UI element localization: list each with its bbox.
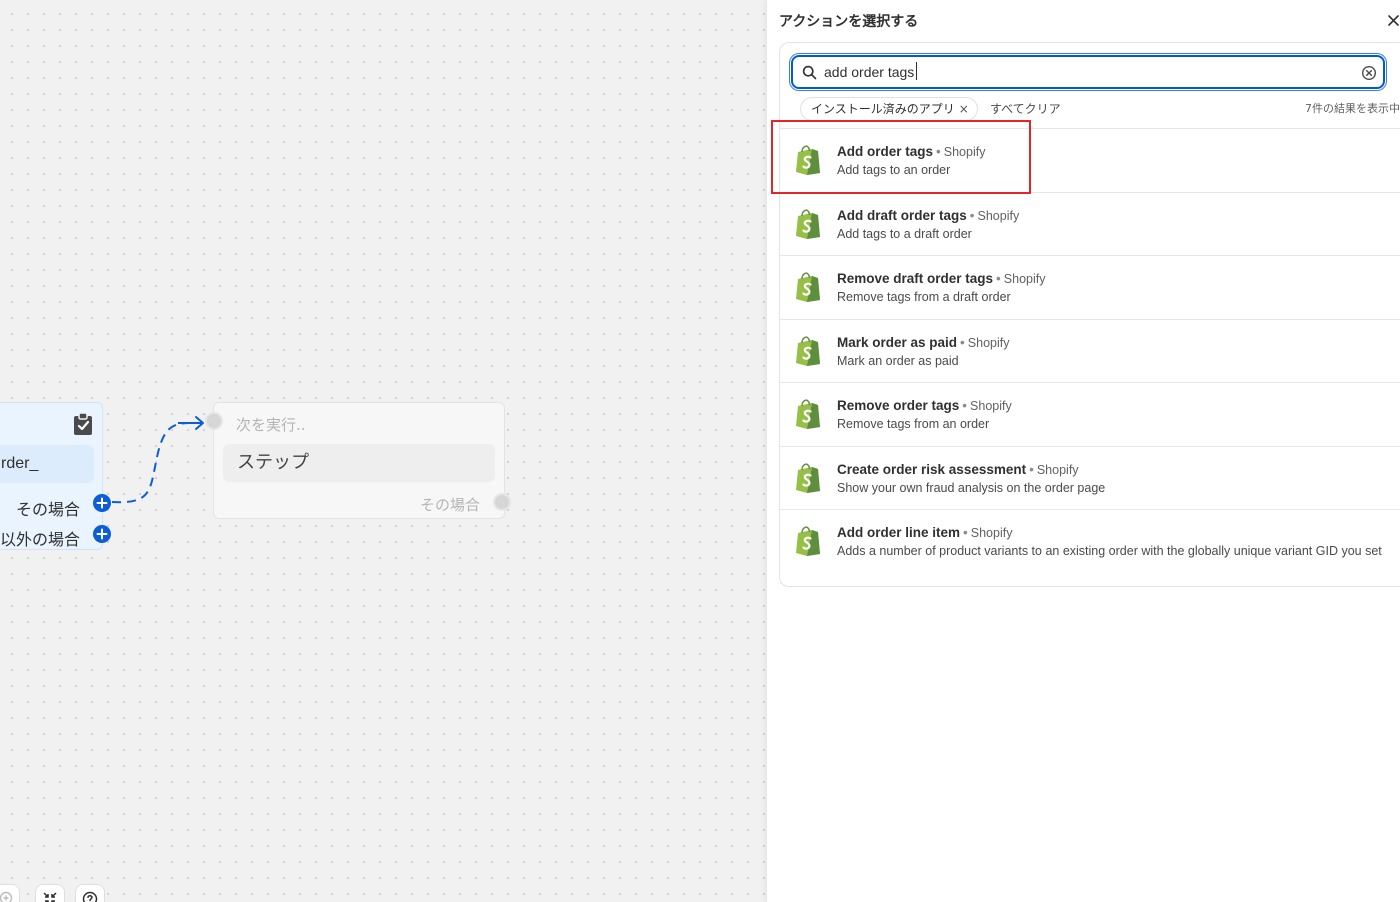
result-name: Add draft order tags xyxy=(837,207,967,223)
zoom-button[interactable] xyxy=(0,884,20,902)
chip-remove-icon[interactable]: × xyxy=(959,98,969,120)
result-description: Mark an order as paid xyxy=(837,353,959,368)
fit-view-icon xyxy=(43,892,57,902)
result-vendor: Shopify xyxy=(1036,462,1079,477)
result-count: 7件の結果を表示中 xyxy=(1305,102,1400,115)
step-input-port[interactable] xyxy=(205,412,223,430)
search-icon xyxy=(802,65,817,80)
shopify-logo-icon xyxy=(796,526,820,556)
result-description: Adds a number of product variants to an … xyxy=(837,544,1382,558)
shopify-logo-icon xyxy=(796,209,820,239)
condition-node[interactable]: rder_ その場合 以外の場合 xyxy=(0,402,103,550)
workflow-canvas[interactable]: rder_ その場合 以外の場合 次を実行.. ステップ その場合 xyxy=(0,0,766,902)
search-box[interactable] xyxy=(791,55,1385,89)
result-description: Add tags to a draft order xyxy=(837,226,972,241)
result-item-2[interactable]: Add draft order tags • Shopify Add tags to… xyxy=(780,191,1400,256)
next-step-label: 次を実行.. xyxy=(236,416,306,434)
add-false-branch-button[interactable] xyxy=(93,525,111,543)
result-name: Add order line item xyxy=(837,525,961,540)
result-name: Remove order tags xyxy=(837,398,960,413)
result-vendor: Shopify xyxy=(970,399,1012,413)
shopify-logo-icon xyxy=(796,463,820,493)
result-item-6[interactable]: Create order risk assessment • Shopify Sho… xyxy=(780,445,1400,510)
installed-apps-filter-chip[interactable]: インストール済みのアプリ × xyxy=(800,97,978,121)
add-true-branch-button[interactable] xyxy=(93,494,111,512)
result-name: Mark order as paid xyxy=(837,334,958,350)
step-branch-label: その場合 xyxy=(419,496,480,514)
result-vendor: Shopify xyxy=(967,335,1010,350)
action-search-card: インストール済みのアプリ × すべてクリア 7件の結果を表示中 Add orde… xyxy=(779,42,1400,587)
result-item-1[interactable]: Add order tags • Shopify Add tags to an or… xyxy=(780,128,1400,192)
result-separator: • xyxy=(962,398,968,413)
result-separator: • xyxy=(936,144,941,159)
chip-label: インストール済みのアプリ xyxy=(811,102,955,116)
result-description: Remove tags from a draft order xyxy=(837,290,1011,304)
result-vendor: Shopify xyxy=(970,526,1013,540)
search-input[interactable] xyxy=(824,60,1344,84)
result-description: Show your own fraud analysis on the orde… xyxy=(837,480,1106,495)
branch-true-label: その場合 xyxy=(15,500,80,519)
result-separator: • xyxy=(969,207,975,223)
plus-icon xyxy=(96,528,108,540)
result-item-4[interactable]: Mark order as paid • Shopify Mark an order… xyxy=(780,318,1400,383)
result-separator: • xyxy=(996,271,1001,286)
step-output-port[interactable] xyxy=(493,493,511,511)
clipboard-check-icon xyxy=(74,412,92,435)
result-description: Remove tags from an order xyxy=(837,417,990,431)
shopify-logo-icon xyxy=(796,145,820,175)
shopify-logo-icon xyxy=(796,272,820,302)
result-name: Remove draft order tags xyxy=(837,271,994,286)
clear-all-link[interactable]: すべてクリア xyxy=(990,100,1061,117)
result-separator: • xyxy=(960,334,965,350)
canvas-toolbar xyxy=(0,880,120,902)
result-vendor: Shopify xyxy=(943,145,986,159)
filter-row: インストール済みのアプリ × すべてクリア 7件の結果を表示中 xyxy=(780,97,1400,121)
result-item-5[interactable]: Remove order tags • Shopify Remove tags fr… xyxy=(780,382,1400,446)
clear-circle-icon[interactable] xyxy=(1361,65,1377,81)
result-separator: • xyxy=(1029,461,1034,477)
result-description: Add tags to an order xyxy=(837,163,951,177)
branch-false-label: 以外の場合 xyxy=(0,530,80,549)
help-icon xyxy=(82,891,98,902)
plus-icon xyxy=(96,497,108,509)
shopify-logo-icon xyxy=(796,336,820,366)
text-caret xyxy=(916,62,918,80)
result-item-3[interactable]: Remove draft order tags • Shopify Remove t… xyxy=(780,255,1400,319)
fit-view-button[interactable] xyxy=(35,884,65,902)
results-list: Add order tags • Shopify Add tags to an or… xyxy=(780,128,1400,586)
zoom-icon xyxy=(0,891,13,902)
result-name: Create order risk assessment xyxy=(837,461,1027,477)
condition-field[interactable]: rder_ xyxy=(0,445,94,483)
result-separator: • xyxy=(963,525,968,540)
empty-step-node[interactable]: 次を実行.. ステップ その場合 xyxy=(213,402,505,519)
shopify-logo-icon xyxy=(796,399,820,429)
select-action-panel: アクションを選択する インストール済みのアプリ × すべてクリア 7件の結果を表… xyxy=(766,0,1400,902)
connector-line xyxy=(111,416,204,504)
result-name: Add order tags xyxy=(837,144,934,159)
result-vendor: Shopify xyxy=(977,208,1020,223)
step-placeholder[interactable]: ステップ xyxy=(223,444,495,482)
result-item-7[interactable]: Add order line item • Shopify Adds a numbe… xyxy=(780,509,1400,586)
help-button[interactable] xyxy=(75,884,105,902)
close-icon[interactable] xyxy=(1386,13,1400,28)
panel-title: アクションを選択する xyxy=(779,14,919,30)
result-vendor: Shopify xyxy=(1003,272,1046,286)
